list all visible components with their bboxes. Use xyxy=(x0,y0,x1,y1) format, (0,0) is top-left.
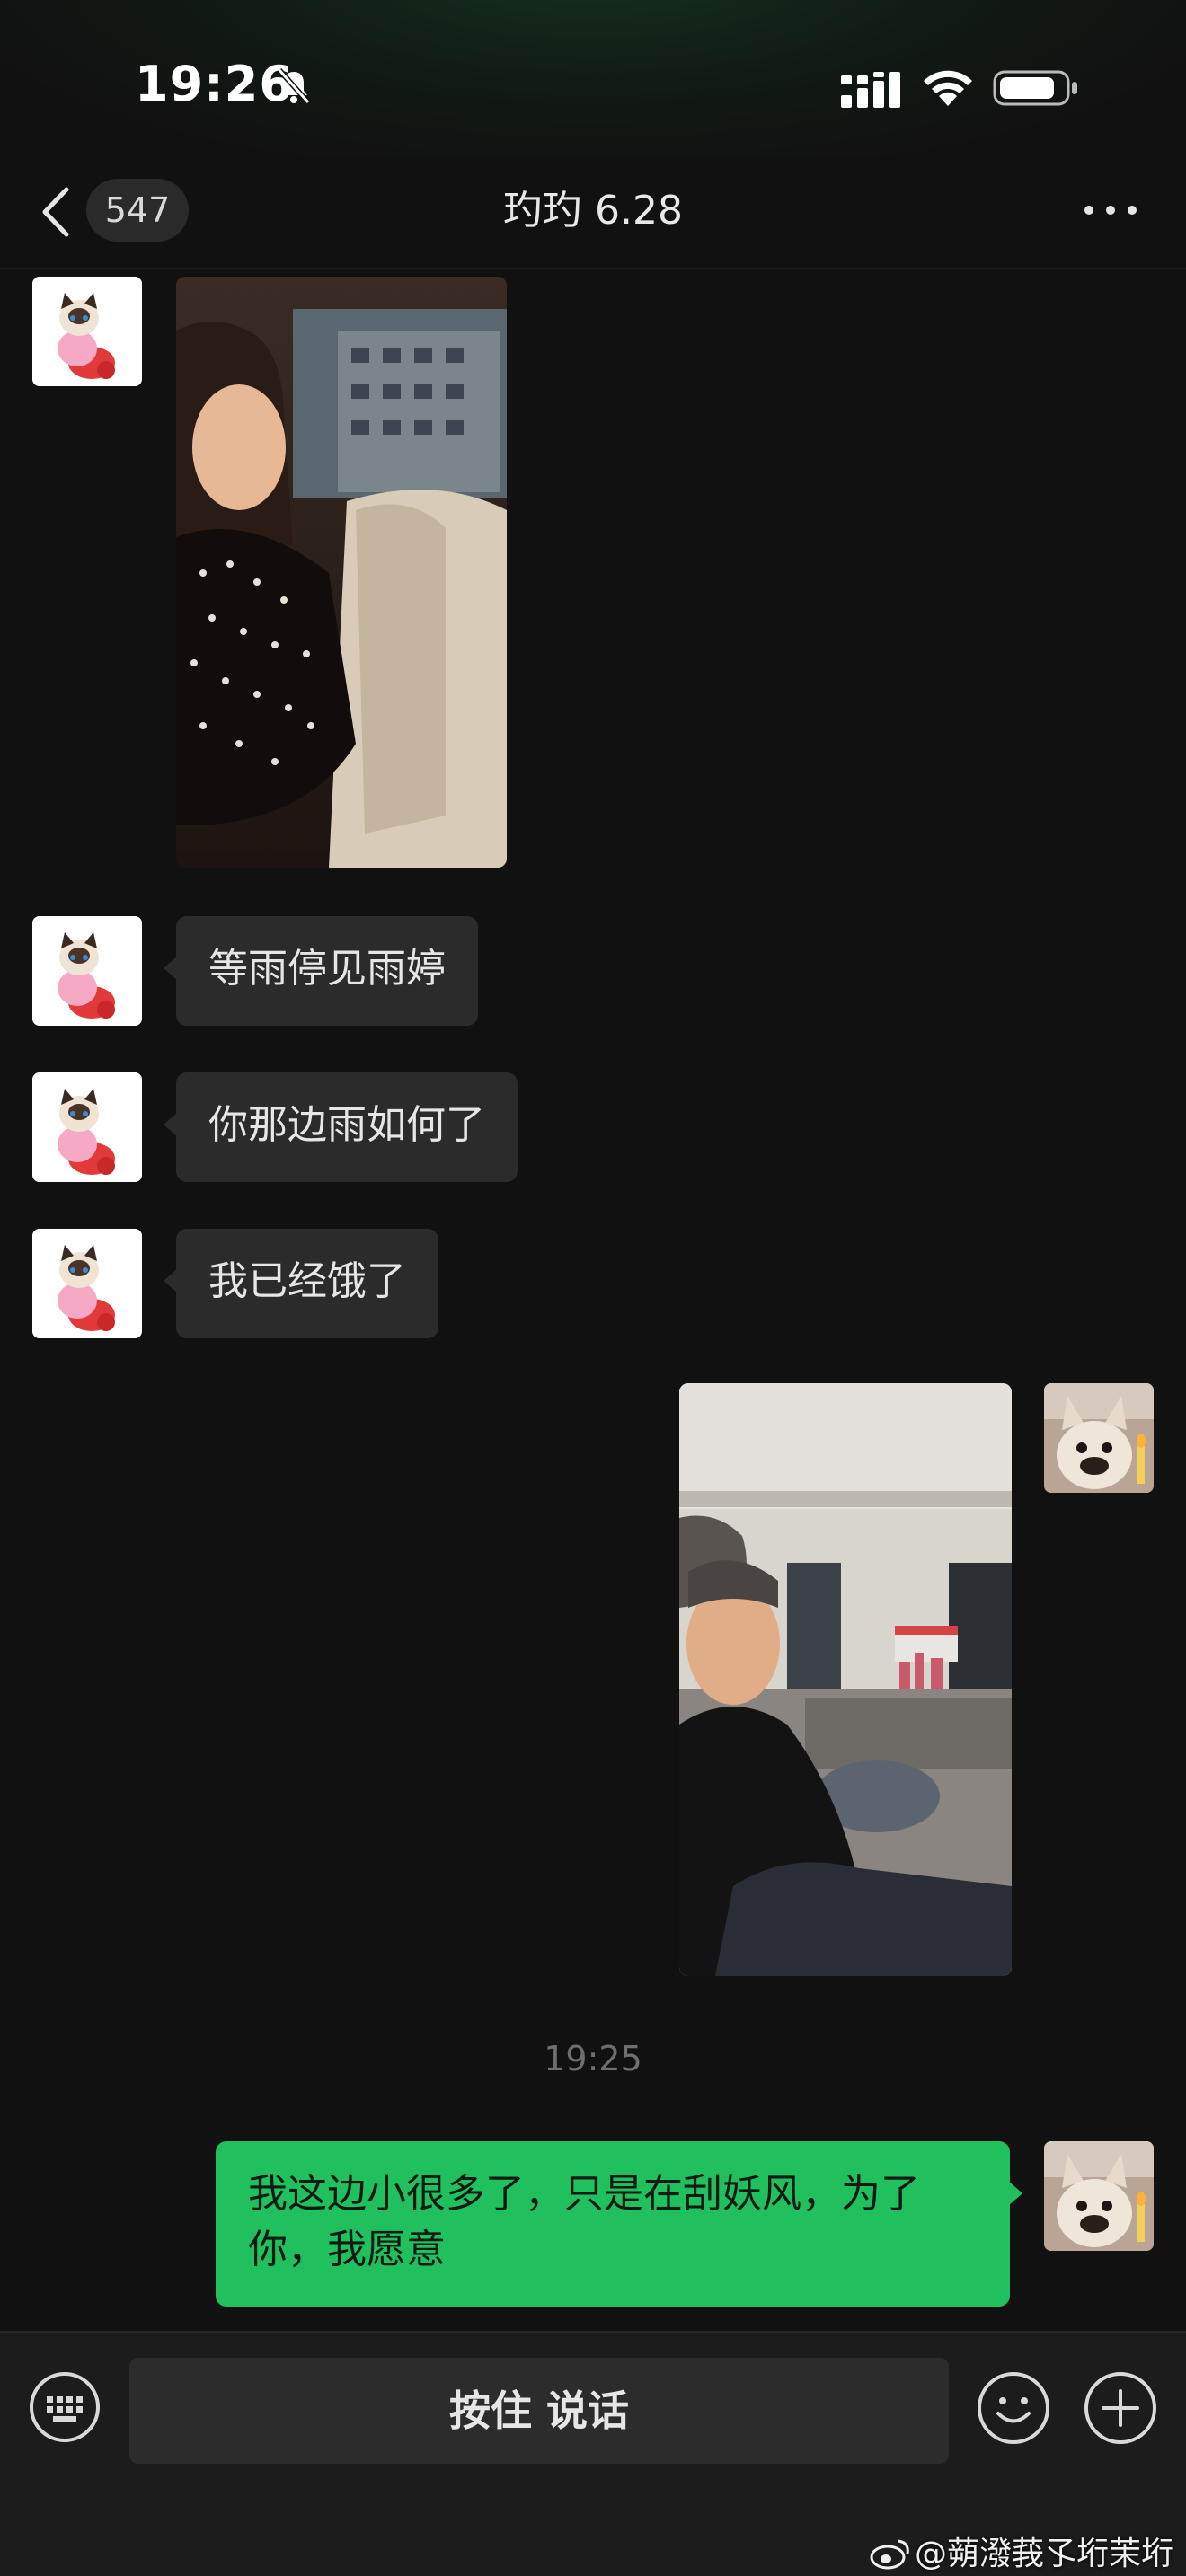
weibo-watermark: @蒴潑莪孓垳茉垳 xyxy=(870,2527,1173,2574)
cat-avatar-icon xyxy=(32,1229,142,1338)
status-time: 19:26 xyxy=(135,56,294,112)
sent-photo[interactable] xyxy=(679,1383,1012,1976)
more-icon[interactable] xyxy=(1078,197,1143,224)
contact-avatar[interactable] xyxy=(32,277,142,386)
cat-avatar-icon xyxy=(32,916,142,1026)
message-timestamp: 19:25 xyxy=(544,2039,642,2078)
dog-avatar-icon xyxy=(1044,1383,1154,1493)
message-bubble[interactable]: 我这边小很多了，只是在刮妖风，为了你，我愿意 xyxy=(216,2141,1022,2307)
received-photo[interactable] xyxy=(176,277,507,868)
contact-avatar[interactable] xyxy=(32,1229,142,1338)
photo-woman-on-sofa xyxy=(176,277,507,868)
hold-to-talk-button[interactable]: 按住 说话 xyxy=(129,2358,949,2464)
wifi-icon xyxy=(924,70,972,106)
signal-icon xyxy=(841,72,900,108)
status-bar: 19:26 xyxy=(0,0,1186,157)
weibo-icon xyxy=(870,2539,909,2570)
contact-avatar[interactable] xyxy=(32,916,142,1026)
emoji-icon[interactable] xyxy=(977,2371,1050,2445)
my-avatar[interactable] xyxy=(1044,1383,1154,1493)
message-bubble[interactable]: 你那边雨如何了 xyxy=(164,1072,518,1182)
back-icon[interactable] xyxy=(40,184,72,240)
message-bubble[interactable]: 我已经饿了 xyxy=(164,1229,438,1338)
watermark-text: @蒴潑莪孓垳茉垳 xyxy=(914,2536,1173,2572)
cat-avatar-icon xyxy=(32,1072,142,1182)
dog-avatar-icon xyxy=(1044,2141,1154,2251)
contact-avatar[interactable] xyxy=(32,1072,142,1182)
message-bubble[interactable]: 等雨停见雨婷 xyxy=(164,916,478,1026)
bell-off-icon xyxy=(277,68,311,104)
plus-icon[interactable] xyxy=(1084,2371,1157,2445)
chat-header: 547 玓玓 6.28 xyxy=(0,157,1186,269)
unread-count-badge[interactable]: 547 xyxy=(86,179,189,242)
chat-title: 玓玓 6.28 xyxy=(503,188,683,234)
battery-icon xyxy=(993,70,1077,106)
photo-living-room xyxy=(679,1383,1012,1976)
cat-avatar-icon xyxy=(32,277,142,386)
keyboard-icon[interactable] xyxy=(29,2371,101,2443)
my-avatar[interactable] xyxy=(1044,2141,1154,2251)
